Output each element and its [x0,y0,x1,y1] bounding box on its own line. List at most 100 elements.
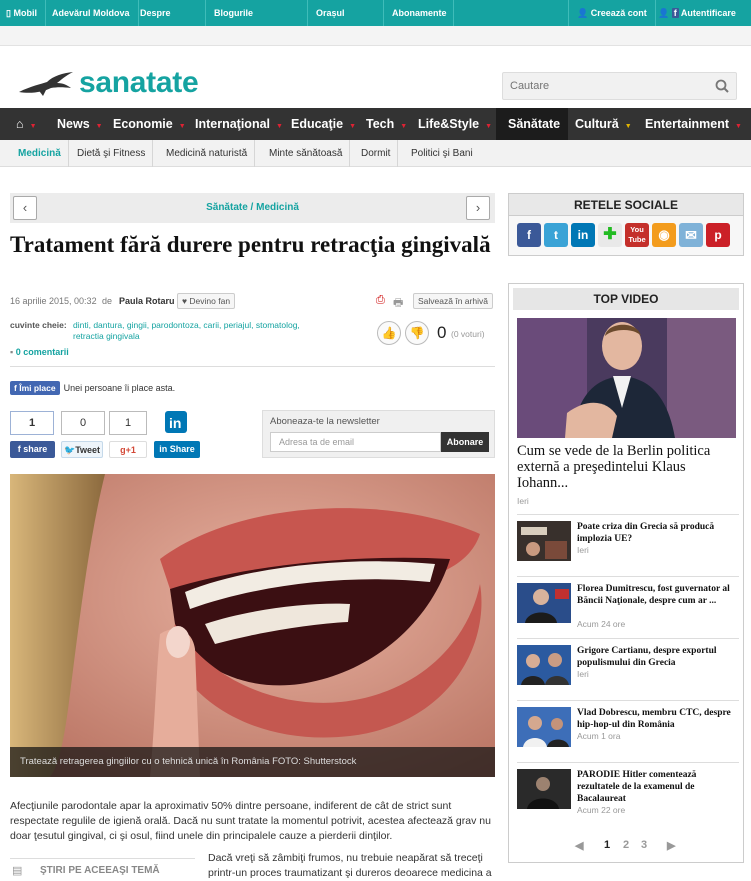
votes: 👍 👎 0 (0 voturi) [377,321,497,347]
article-meta: 16 aprilie 2015, 00:32 de Paula Rotaru ♥… [10,293,495,311]
create-account-link[interactable]: 👤 Creează cont [568,0,656,26]
fb-share-button[interactable]: f share [10,441,55,458]
video-list-item[interactable]: Florea Dumitrescu, fost guvernator al Bă… [517,576,739,638]
oras-menu[interactable]: Orașul meu▼ [308,0,384,44]
page-link[interactable]: 2 [623,839,629,851]
gplus-button[interactable]: g+1 [109,441,147,458]
twitter-icon[interactable]: t [544,223,568,247]
bloguri-menu[interactable]: Blogurile Adevărul▼ [206,0,308,44]
newsletter-email-input[interactable]: Adresa ta de email [270,432,441,452]
video-title: Grigore Cartianu, despre exportul populi… [577,646,717,668]
facebook-icon: f [671,8,679,18]
video-date: Ieri [577,545,589,555]
save-archive-button[interactable]: Salvează în arhivă [413,293,493,309]
pinterest-icon[interactable]: p [706,223,730,247]
tags-list[interactable]: dinti, dantura, gingii, parodontoza, car… [73,320,323,342]
social-networks-box: RETELE SOCIALE f t in ✚ You Tube ◉ ✉ p [508,193,744,256]
nav-sanatate[interactable]: Sănătate [496,108,568,140]
page-link[interactable]: 3 [641,839,647,851]
man-speaking-thumb-image [517,583,571,623]
video-list-item[interactable]: Poate criza din Grecia să producă imploz… [517,514,739,576]
pager-next-icon[interactable]: ▶ [667,839,675,852]
tweet-button[interactable]: 🐦Tweet [61,441,103,458]
search-box [502,72,737,100]
nav-cultura[interactable]: Cultură ▼ [567,108,640,140]
nav-tech[interactable]: Tech ▼ [358,108,415,140]
featured-video-thumbnail[interactable] [517,318,736,438]
subnav-medicina[interactable]: Medicină [11,140,69,167]
gplus-count: 1 [109,411,147,435]
subnav-minte[interactable]: Minte sănătoasă [262,140,351,167]
facebook-icon[interactable]: f [517,223,541,247]
search-input[interactable] [503,73,703,99]
subnav-dieta[interactable]: Dietă şi Fitness [70,140,154,167]
linkedin-logo: in [154,411,198,435]
subnav-politici[interactable]: Politici şi Bani [404,140,480,167]
studio-thumb-image [517,645,571,685]
thumbs-up-icon: 👍 [381,326,397,340]
social-title: RETELE SOCIALE [509,194,743,216]
document-icon: ▤ [12,865,23,877]
linkedin-icon[interactable]: in [571,223,595,247]
video-date: Ieri [577,669,589,679]
follow-author-button[interactable]: ♥ Devino fan [177,293,236,309]
breadcrumb-bar: Sănătate / Medicină ‹ › [10,193,495,223]
author-link[interactable]: Paula Rotaru [119,296,175,306]
home-link[interactable]: ⌂ ▼ [8,108,45,140]
video-thumbnail [517,645,571,685]
subnav-medicina-naturista[interactable]: Medicină naturistă [159,140,256,167]
search-icon[interactable] [715,79,729,93]
chevron-down-icon: ▼ [735,123,742,130]
related-news-box: ▤ ŞTIRI PE ACEEAŞI TEMĂ [10,858,195,877]
thumbs-up-button[interactable]: 👍 [377,321,401,345]
ad-strip [0,26,751,46]
video-list-item[interactable]: Vlad Dobrescu, membru CTC, despre hip-ho… [517,700,739,762]
nav-lifestyle[interactable]: Life&Style ▼ [410,108,500,140]
video-thumbnail [517,769,571,809]
studio-thumb-image [517,707,571,747]
breadcrumb[interactable]: Sănătate / Medicină [10,193,495,223]
mouth-photo [10,474,495,777]
mobil-link[interactable]: ▯ Mobil [0,0,46,26]
article-image: Tratează retragerea gingiilor cu o tehni… [10,474,495,777]
rss-icon[interactable]: ◉ [652,223,676,247]
pdf-icon[interactable]: ⎙ [376,294,385,307]
google-plus-icon[interactable]: ✚ [598,223,622,247]
site-link[interactable]: Adevărul Moldova [44,0,139,26]
home-icon: ⌂ [16,117,24,131]
featured-video-date: Ieri [517,496,529,506]
comments-link[interactable]: ▪ 0 comentarii [10,347,69,357]
article-title: Tratament fără durere pentru retracţia g… [10,232,491,257]
newsletter-subscribe-button[interactable]: Abonare [441,432,489,452]
nav-economie[interactable]: Economie ▼ [105,108,194,140]
login-link[interactable]: 👤 f Autentificare [650,0,744,26]
video-thumbnail [517,521,571,561]
print-icon[interactable]: 🖶 [393,294,403,313]
nav-entertainment[interactable]: Entertainment ▼ [637,108,750,140]
fb-like-button[interactable]: f Îmi place [10,381,60,395]
site-name: sanatate [79,66,199,99]
video-list-item[interactable]: PARODIE Hitler comentează rezultatele de… [517,762,739,824]
chevron-left-icon: ‹ [22,200,28,215]
youtube-icon[interactable]: You Tube [625,223,649,247]
subnav-dormit[interactable]: Dormit [354,140,399,167]
next-article-button[interactable]: › [466,196,490,220]
video-title: Florea Dumitrescu, fost guvernator al Bă… [577,584,730,606]
video-list-item[interactable]: Grigore Cartianu, despre exportul populi… [517,638,739,700]
despre-menu[interactable]: Despre noi▼ [132,0,206,44]
featured-video-title[interactable]: Cum se vede de la Berlin politica extern… [517,443,736,491]
linkedin-share-button[interactable]: in Share [154,441,200,458]
page-link[interactable]: 1 [604,839,610,851]
video-date: Acum 1 ora [577,731,621,741]
abonamente-link[interactable]: Abonamente [384,0,454,26]
top-video-title: TOP VIDEO [513,288,739,310]
nav-international[interactable]: Internaţional ▼ [187,108,291,140]
thumbs-down-button[interactable]: 👎 [405,321,429,345]
chevron-down-icon: ▼ [624,123,632,130]
email-icon[interactable]: ✉ [679,223,703,247]
nav-news[interactable]: News ▼ [49,108,111,140]
prev-article-button[interactable]: ‹ [13,196,37,220]
top-bar: ▯ Mobil Adevărul Moldova Despre noi▼ Blo… [0,0,751,44]
nav-educatie[interactable]: Educaţie ▼ [283,108,364,140]
pager-prev-icon[interactable]: ◀ [575,839,583,852]
